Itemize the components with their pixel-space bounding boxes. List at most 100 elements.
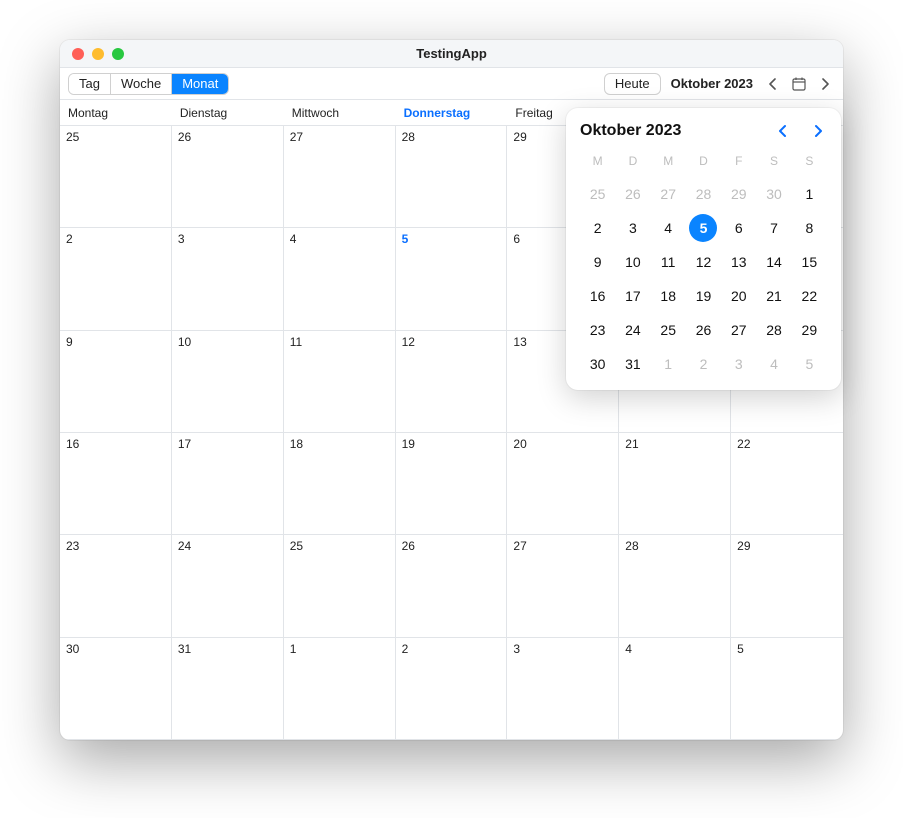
- popover-day-cell[interactable]: 28: [686, 178, 721, 210]
- popover-prev-month-button[interactable]: [773, 122, 791, 140]
- popover-title: Oktober 2023: [580, 122, 681, 140]
- popover-day-header: M: [651, 150, 686, 176]
- popover-day-cell[interactable]: 27: [651, 178, 686, 210]
- popover-day-cell[interactable]: 28: [756, 314, 791, 346]
- today-button[interactable]: Heute: [604, 73, 661, 95]
- month-day-cell[interactable]: 26: [172, 126, 284, 228]
- popover-day-header: S: [756, 150, 791, 176]
- popover-day-cell[interactable]: 7: [756, 212, 791, 244]
- month-day-cell[interactable]: 3: [507, 638, 619, 740]
- month-day-cell[interactable]: 12: [396, 331, 508, 433]
- popover-day-cell[interactable]: 1: [651, 348, 686, 380]
- popover-day-cell[interactable]: 26: [686, 314, 721, 346]
- popover-day-cell[interactable]: 3: [615, 212, 650, 244]
- popover-day-cell[interactable]: 23: [580, 314, 615, 346]
- month-day-cell[interactable]: 19: [396, 433, 508, 535]
- month-day-cell[interactable]: 29: [731, 535, 843, 637]
- day-header: Montag: [60, 100, 172, 125]
- month-day-cell[interactable]: 20: [507, 433, 619, 535]
- popover-day-header: M: [580, 150, 615, 176]
- popover-next-month-button[interactable]: [809, 122, 827, 140]
- month-day-cell[interactable]: 27: [507, 535, 619, 637]
- month-day-cell[interactable]: 25: [60, 126, 172, 228]
- day-header: Dienstag: [172, 100, 284, 125]
- popover-day-cell[interactable]: 2: [580, 212, 615, 244]
- popover-day-cell[interactable]: 14: [756, 246, 791, 278]
- current-month-label: Oktober 2023: [667, 76, 757, 91]
- close-window-button[interactable]: [72, 48, 84, 60]
- month-day-cell[interactable]: 10: [172, 331, 284, 433]
- popover-day-cell[interactable]: 6: [721, 212, 756, 244]
- popover-day-cell[interactable]: 30: [756, 178, 791, 210]
- popover-day-cell[interactable]: 9: [580, 246, 615, 278]
- window-title: TestingApp: [60, 46, 843, 61]
- popover-day-cell[interactable]: 22: [792, 280, 827, 312]
- month-day-cell[interactable]: 27: [284, 126, 396, 228]
- month-day-cell[interactable]: 5: [396, 228, 508, 330]
- chevron-left-icon: [778, 124, 787, 138]
- month-day-cell[interactable]: 23: [60, 535, 172, 637]
- popover-day-cell[interactable]: 4: [756, 348, 791, 380]
- month-day-cell[interactable]: 16: [60, 433, 172, 535]
- month-day-cell[interactable]: 28: [396, 126, 508, 228]
- prev-month-button[interactable]: [763, 73, 783, 95]
- view-mode-month-button[interactable]: Monat: [172, 74, 228, 94]
- popover-day-cell[interactable]: 1: [792, 178, 827, 210]
- popover-header: Oktober 2023: [580, 122, 827, 140]
- maximize-window-button[interactable]: [112, 48, 124, 60]
- next-month-button[interactable]: [815, 73, 835, 95]
- month-day-cell[interactable]: 4: [284, 228, 396, 330]
- month-day-cell[interactable]: 4: [619, 638, 731, 740]
- month-day-cell[interactable]: 24: [172, 535, 284, 637]
- popover-day-cell[interactable]: 25: [580, 178, 615, 210]
- popover-day-cell[interactable]: 5: [792, 348, 827, 380]
- month-day-cell[interactable]: 2: [60, 228, 172, 330]
- chevron-left-icon: [769, 78, 777, 90]
- month-day-cell[interactable]: 5: [731, 638, 843, 740]
- month-day-cell[interactable]: 21: [619, 433, 731, 535]
- popover-day-cell[interactable]: 30: [580, 348, 615, 380]
- month-day-cell[interactable]: 26: [396, 535, 508, 637]
- popover-day-cell[interactable]: 11: [651, 246, 686, 278]
- popover-day-cell[interactable]: 17: [615, 280, 650, 312]
- month-day-cell[interactable]: 2: [396, 638, 508, 740]
- view-mode-day-button[interactable]: Tag: [69, 74, 111, 94]
- popover-day-cell[interactable]: 13: [721, 246, 756, 278]
- popover-day-cell[interactable]: 31: [615, 348, 650, 380]
- month-day-cell[interactable]: 9: [60, 331, 172, 433]
- popover-day-cell[interactable]: 19: [686, 280, 721, 312]
- popover-day-cell[interactable]: 15: [792, 246, 827, 278]
- popover-day-cell[interactable]: 26: [615, 178, 650, 210]
- view-mode-week-button[interactable]: Woche: [111, 74, 172, 94]
- month-day-cell[interactable]: 22: [731, 433, 843, 535]
- month-day-cell[interactable]: 25: [284, 535, 396, 637]
- popover-day-cell[interactable]: 4: [651, 212, 686, 244]
- popover-day-cell[interactable]: 21: [756, 280, 791, 312]
- popover-day-cell[interactable]: 5: [686, 212, 721, 244]
- date-picker-button[interactable]: [789, 73, 809, 95]
- month-day-cell[interactable]: 1: [284, 638, 396, 740]
- popover-day-cell[interactable]: 16: [580, 280, 615, 312]
- month-day-cell[interactable]: 30: [60, 638, 172, 740]
- popover-day-cell[interactable]: 12: [686, 246, 721, 278]
- month-day-cell[interactable]: 11: [284, 331, 396, 433]
- month-day-cell[interactable]: 17: [172, 433, 284, 535]
- popover-day-cell[interactable]: 27: [721, 314, 756, 346]
- month-day-cell[interactable]: 18: [284, 433, 396, 535]
- popover-nav: [773, 122, 827, 140]
- popover-day-cell[interactable]: 24: [615, 314, 650, 346]
- popover-day-cell[interactable]: 10: [615, 246, 650, 278]
- popover-day-header: S: [792, 150, 827, 176]
- popover-day-cell[interactable]: 29: [721, 178, 756, 210]
- month-day-cell[interactable]: 3: [172, 228, 284, 330]
- popover-day-cell[interactable]: 29: [792, 314, 827, 346]
- popover-day-cell[interactable]: 18: [651, 280, 686, 312]
- month-day-cell[interactable]: 28: [619, 535, 731, 637]
- popover-day-cell[interactable]: 20: [721, 280, 756, 312]
- minimize-window-button[interactable]: [92, 48, 104, 60]
- popover-day-cell[interactable]: 25: [651, 314, 686, 346]
- popover-day-cell[interactable]: 8: [792, 212, 827, 244]
- popover-day-cell[interactable]: 2: [686, 348, 721, 380]
- month-day-cell[interactable]: 31: [172, 638, 284, 740]
- popover-day-cell[interactable]: 3: [721, 348, 756, 380]
